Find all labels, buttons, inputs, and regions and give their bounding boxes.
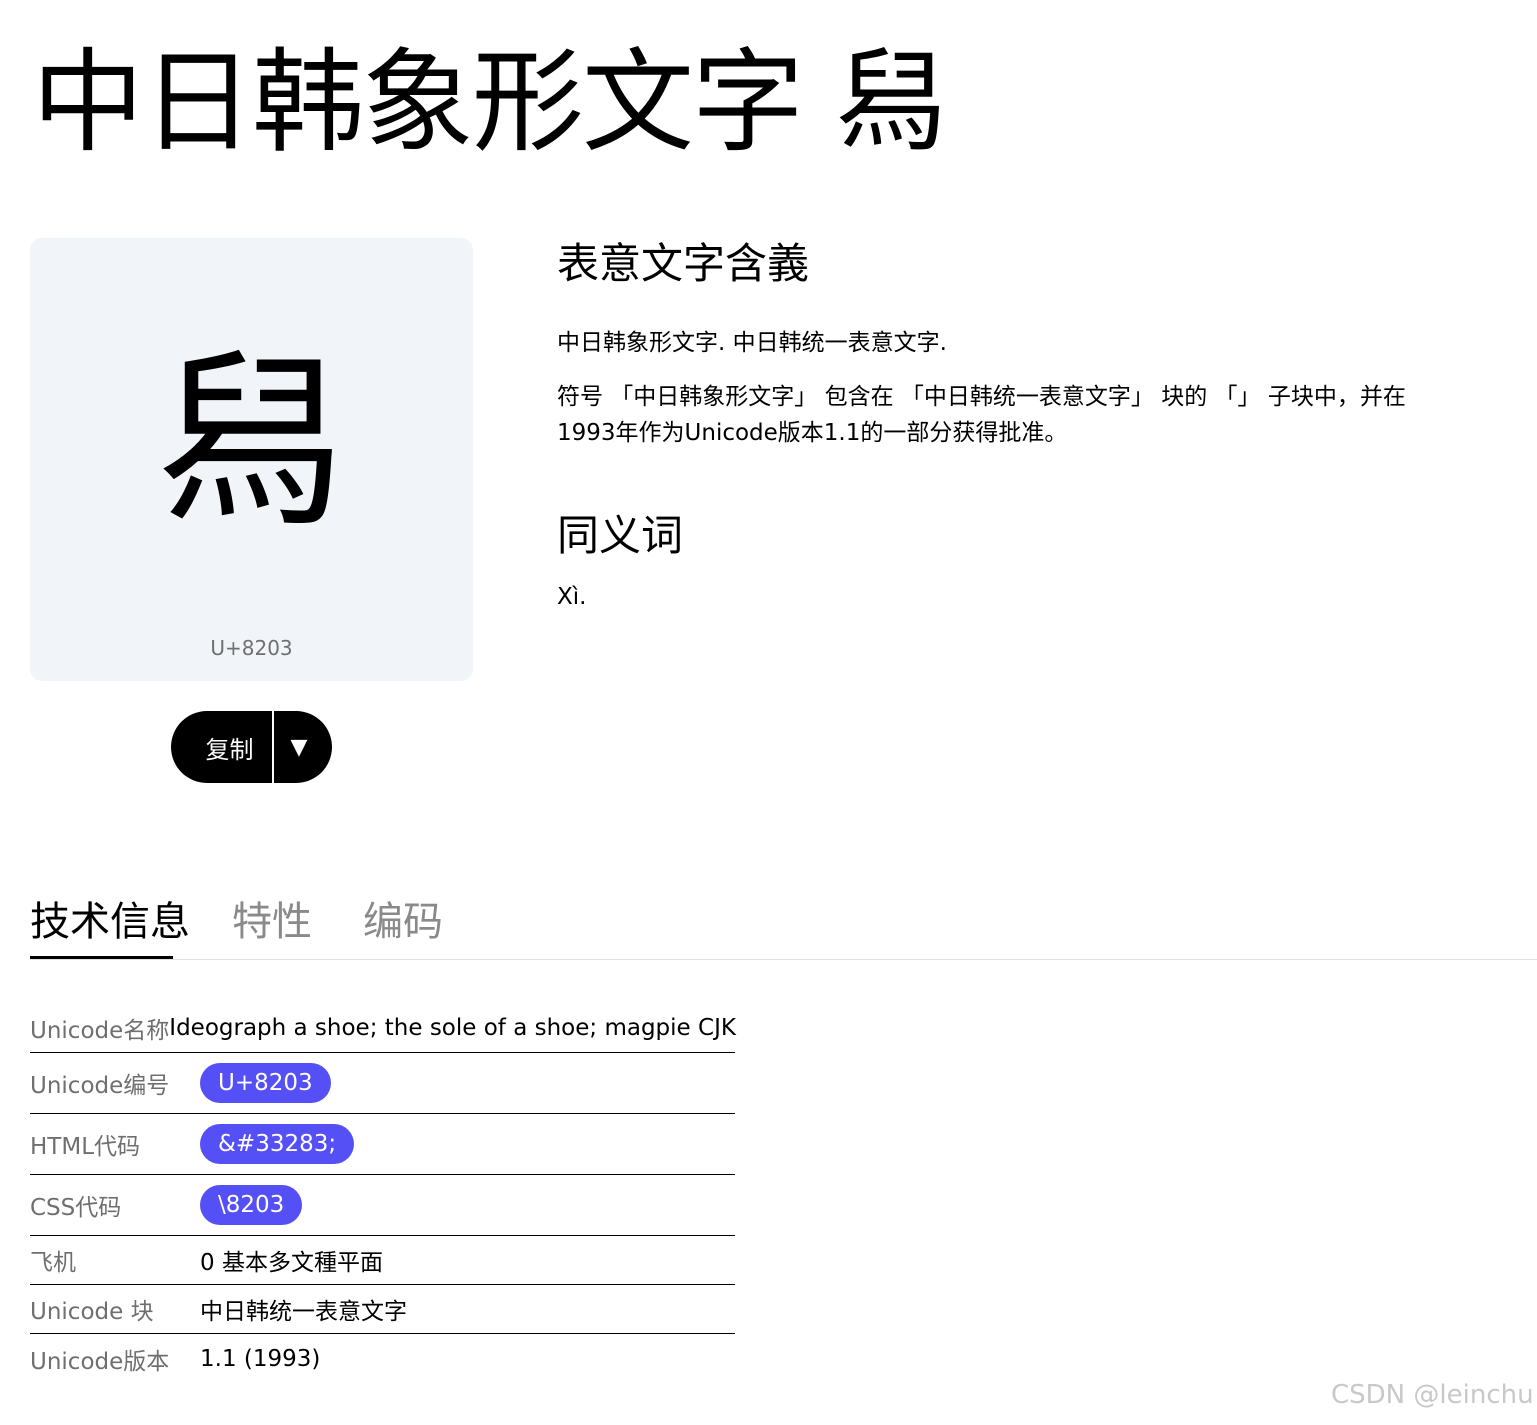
html-code-pill[interactable]: &#33283;	[200, 1124, 355, 1164]
row-label: 飞机	[30, 1250, 76, 1276]
row-label: Unicode版本	[30, 1348, 170, 1375]
row-value: \8203	[200, 1185, 303, 1225]
tab-properties[interactable]: 特性	[232, 890, 312, 954]
copy-button-group: 复制 ▼	[171, 711, 332, 783]
table-row: CSS代码 \8203	[30, 1175, 735, 1236]
row-label: Unicode编号	[30, 1073, 170, 1099]
meaning-section: 表意文字含義 中日韩象形文字. 中日韩统一表意文字. 符号 「中日韩象形文字」 …	[557, 236, 1427, 610]
table-row: Unicode版本 1.1 (1993)	[30, 1334, 735, 1383]
triangle-down-icon: ▼	[290, 734, 308, 760]
meaning-heading: 表意文字含義	[557, 239, 810, 288]
watermark: CSDN @leinchu	[1331, 1380, 1534, 1410]
table-row: Unicode名称 Ideograph a shoe; the sole of …	[30, 1003, 736, 1053]
row-value: &#33283;	[200, 1124, 355, 1164]
info-table: Unicode名称 Ideograph a shoe; the sole of …	[30, 1003, 736, 1383]
table-row: Unicode编号 U+8203	[30, 1053, 735, 1114]
glyph-card: 舄 U+8203	[30, 238, 473, 681]
tab-encoding[interactable]: 编码	[363, 890, 443, 954]
unicode-number-pill[interactable]: U+8203	[200, 1063, 331, 1103]
unicode-name-value: Ideograph a shoe; the sole of a shoe; ma…	[169, 1014, 736, 1041]
tab-bar: 技术信息 特性 编码	[30, 890, 1537, 960]
table-row: Unicode 块 中日韩统一表意文字	[30, 1285, 735, 1334]
plane-value: 0 基本多文種平面	[200, 1250, 383, 1276]
row-label: Unicode名称	[30, 1017, 170, 1044]
page: 中日韩象形文字 舄 舄 U+8203 复制 ▼ 表意文字含義 中日韩象形文字. …	[0, 0, 1537, 1425]
glyph-character: 舄	[156, 333, 347, 554]
css-code-pill[interactable]: \8203	[200, 1185, 303, 1225]
row-label: HTML代码	[30, 1134, 141, 1160]
synonyms-heading: 同义词	[557, 511, 684, 560]
meaning-paragraph: 中日韩象形文字. 中日韩统一表意文字.	[557, 330, 947, 356]
page-title: 中日韩象形文字 舄	[32, 38, 948, 168]
unicode-version-value: 1.1 (1993)	[200, 1345, 321, 1372]
row-label: CSS代码	[30, 1195, 122, 1221]
row-label: Unicode 块	[30, 1299, 154, 1325]
table-row: 飞机 0 基本多文種平面	[30, 1236, 735, 1285]
copy-button[interactable]: 复制	[171, 711, 272, 783]
copy-options-dropdown[interactable]: ▼	[274, 711, 332, 783]
row-value: U+8203	[200, 1063, 331, 1103]
table-row: HTML代码 &#33283;	[30, 1114, 735, 1175]
glyph-codepoint: U+8203	[210, 636, 293, 660]
synonyms-value: Xì.	[557, 584, 587, 610]
unicode-block-value: 中日韩统一表意文字	[200, 1299, 407, 1325]
tab-technical-info[interactable]: 技术信息	[30, 890, 190, 954]
active-tab-indicator	[30, 956, 173, 959]
meaning-description: 符号 「中日韩象形文字」 包含在 「中日韩统一表意文字」 块的 「」 子块中，并…	[557, 384, 1406, 446]
